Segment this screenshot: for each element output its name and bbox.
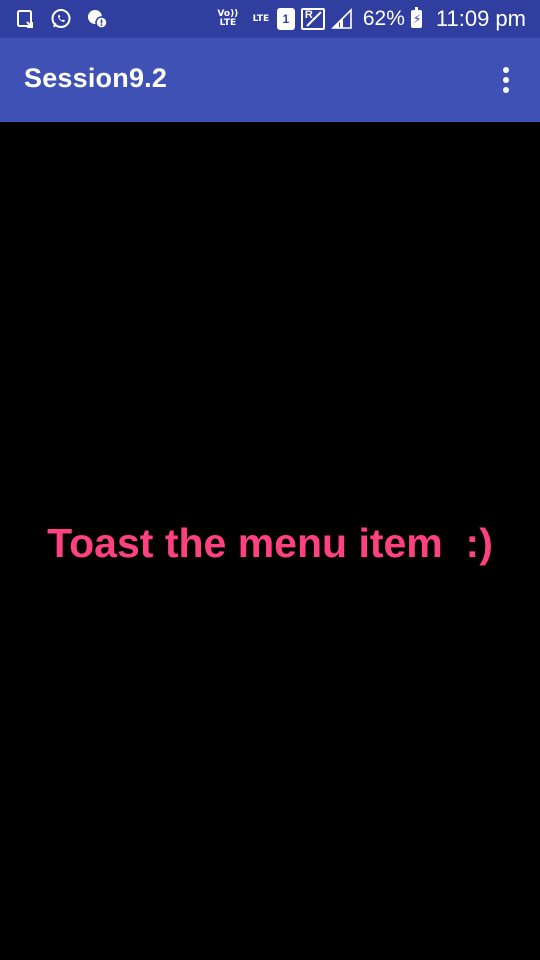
battery-percent: 62% [362,7,405,30]
chat-notification-icon [86,8,108,30]
clock: 11:09 pm [435,6,526,31]
content-area: Toast the menu item :) [0,122,540,960]
battery-charging-icon: ⚡ [410,7,422,28]
overflow-menu-button[interactable] [486,58,526,102]
status-bar: Vo)) LTE LTE 1 R 62% ⚡ 11:09 pm [0,0,540,38]
app-screen: Vo)) LTE LTE 1 R 62% ⚡ 11:09 pm Session9… [0,0,540,960]
more-vert-dot [503,87,509,93]
screenshot-icon [16,9,36,29]
lte-icon: LTE [251,13,271,24]
toast-message-text: Toast the menu item :) [47,520,493,566]
status-bar-system: Vo)) LTE LTE 1 R 62% ⚡ 11:09 pm [217,4,526,34]
app-title: Session9.2 [24,63,168,93]
app-bar: Session9.2 [0,38,540,122]
signal-icon [330,8,353,30]
lte-label: LTE [252,13,270,24]
more-vert-icon [503,67,509,73]
volte-icon: Vo)) LTE [217,9,239,28]
whatsapp-icon [50,8,72,30]
roaming-icon: R [300,8,325,30]
more-vert-dot [503,77,509,83]
sim-icon: 1 [276,8,295,30]
status-bar-notifications [16,7,108,31]
